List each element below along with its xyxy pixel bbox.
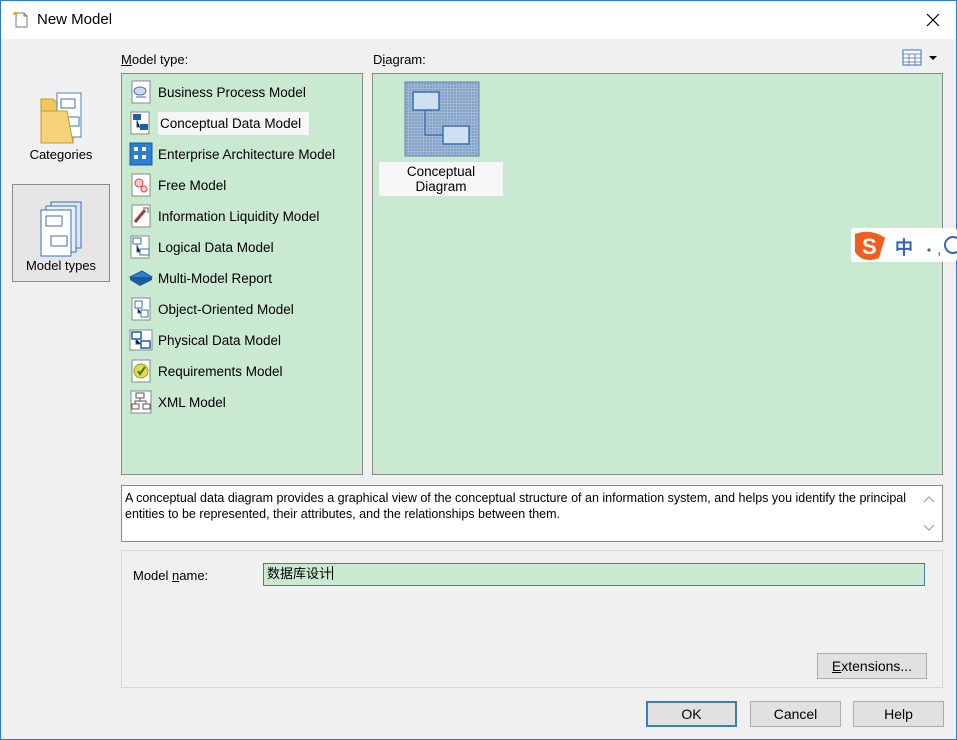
- list-item[interactable]: Multi-Model Report: [128, 263, 272, 293]
- ime-mode-label: 中: [895, 238, 913, 259]
- model-type-list[interactable]: Business Process Model Conceptual Data M…: [121, 73, 363, 475]
- svg-text:,: ,: [937, 241, 941, 258]
- list-item[interactable]: Free Model: [128, 170, 226, 200]
- scroll-down-icon: [923, 524, 935, 531]
- ime-toolbar[interactable]: S , 中: [851, 228, 957, 262]
- text-cursor: [332, 566, 334, 580]
- requirements-icon: [131, 359, 151, 383]
- description-text: A conceptual data diagram provides a gra…: [125, 491, 906, 521]
- list-item[interactable]: Business Process Model: [128, 77, 306, 107]
- category-model-types[interactable]: Model types: [12, 184, 110, 282]
- physical-data-icon: [129, 329, 153, 351]
- close-icon: [926, 13, 940, 27]
- help-button[interactable]: Help: [853, 701, 944, 727]
- business-process-icon: [131, 80, 151, 104]
- logical-data-icon: [130, 235, 150, 259]
- window-title: New Model: [37, 11, 113, 28]
- category-label: Model types: [25, 258, 97, 273]
- description-box: A conceptual data diagram provides a gra…: [121, 485, 943, 542]
- ok-button[interactable]: OK: [646, 701, 737, 727]
- new-document-icon: [13, 11, 28, 28]
- category-label: Categories: [29, 147, 93, 162]
- extensions-button[interactable]: Extensions...: [817, 653, 927, 679]
- grid-view-icon: [902, 49, 922, 66]
- list-item[interactable]: Enterprise Architecture Model: [128, 139, 335, 169]
- folder-icon: [40, 92, 82, 144]
- close-button[interactable]: [910, 1, 956, 39]
- model-types-icon: [40, 201, 82, 257]
- view-mode-button[interactable]: [900, 47, 940, 69]
- cancel-button[interactable]: Cancel: [750, 701, 841, 727]
- list-item[interactable]: XML Model: [128, 387, 226, 417]
- list-item[interactable]: Conceptual Data Model: [128, 108, 310, 138]
- information-liquidity-icon: [131, 204, 151, 228]
- conceptual-diagram-icon: [404, 81, 480, 157]
- model-name-label: Model name:: [133, 568, 209, 583]
- list-item[interactable]: Conceptual Diagram: [379, 80, 503, 196]
- list-item[interactable]: Information Liquidity Model: [128, 201, 319, 231]
- category-panel: Categories Model types: [12, 72, 110, 292]
- list-item[interactable]: Object-Oriented Model: [128, 294, 294, 324]
- conceptual-data-icon: [130, 111, 150, 135]
- diagram-list[interactable]: Conceptual Diagram: [372, 73, 943, 475]
- list-item[interactable]: Physical Data Model: [128, 325, 281, 355]
- list-item[interactable]: Requirements Model: [128, 356, 283, 386]
- title-bar: New Model: [1, 1, 956, 39]
- object-oriented-icon: [131, 297, 151, 321]
- diagram-label: Diagram:: [373, 52, 426, 67]
- category-categories[interactable]: Categories: [12, 72, 110, 170]
- svg-text:S: S: [862, 234, 877, 259]
- scroll-up-icon: [923, 496, 935, 503]
- enterprise-architecture-icon: [129, 142, 153, 166]
- xml-model-icon: [130, 390, 152, 414]
- model-name-input[interactable]: 数据库设计: [263, 563, 925, 586]
- diagram-item-label: Conceptual Diagram: [379, 162, 503, 196]
- model-type-label: Model type:: [121, 52, 189, 67]
- chevron-down-icon: [929, 56, 937, 60]
- list-item[interactable]: Logical Data Model: [128, 232, 274, 262]
- description-scrollbar[interactable]: [916, 486, 942, 541]
- multi-model-report-icon: [128, 270, 154, 286]
- free-model-icon: [131, 173, 151, 197]
